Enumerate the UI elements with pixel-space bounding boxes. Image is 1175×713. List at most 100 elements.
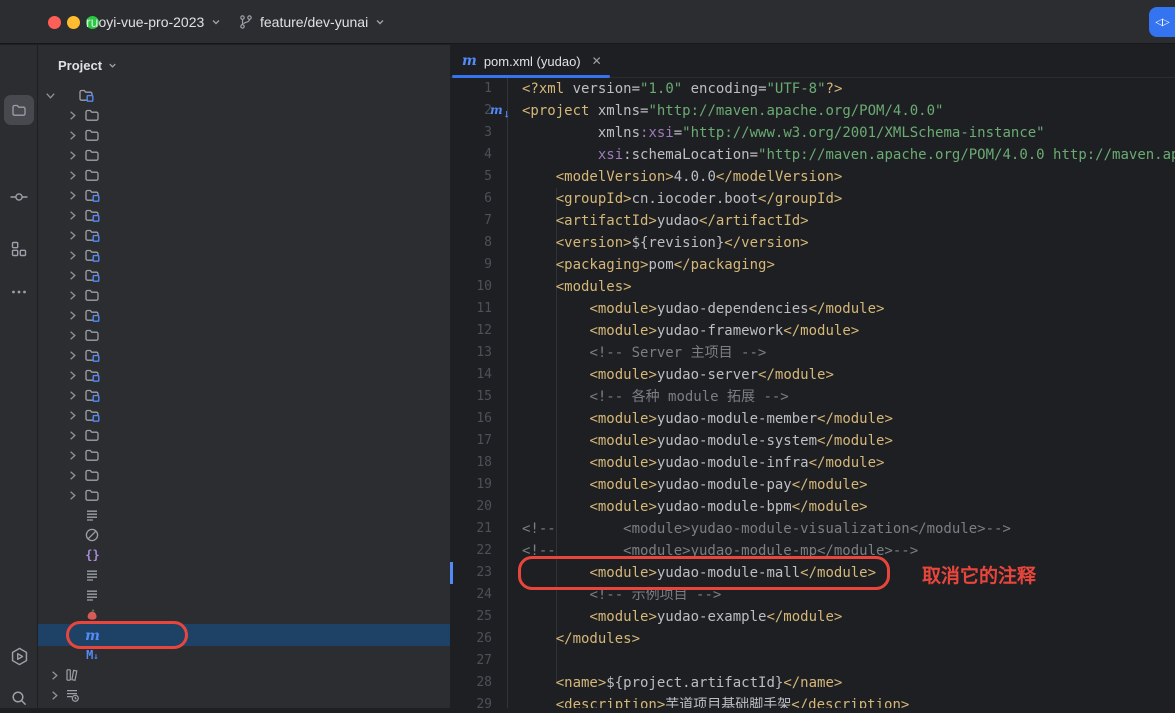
chevron-collapsed-icon[interactable] (48, 689, 61, 702)
tree-item-yudao-framework[interactable] (38, 225, 450, 245)
tree-item-yudao-module-bpm[interactable] (38, 245, 450, 265)
tree-item-yudao-module-member[interactable] (38, 305, 450, 325)
chevron-collapsed-icon[interactable] (66, 149, 79, 162)
tree-item-readme-md[interactable]: M↓ (38, 645, 450, 665)
code-editor[interactable]: 1<?xml version="1.0" encoding="UTF-8"?>2… (450, 78, 1175, 708)
code-line-25[interactable]: <module>yudao-example</module> (522, 606, 842, 628)
tree-item-yudao-module-pay[interactable] (38, 345, 450, 365)
tree-item-gitee[interactable] (38, 105, 450, 125)
code-line-16[interactable]: <module>yudao-module-member</module> (522, 408, 893, 430)
tree-item-yudao-ui-admin-vue3[interactable] (38, 465, 450, 485)
tree-item-yudao-module-system[interactable] (38, 365, 450, 385)
tree-item-yudao-example[interactable] (38, 205, 450, 225)
gutter-separator (507, 78, 508, 708)
project-tool-icon[interactable] (4, 95, 34, 125)
chevron-collapsed-icon[interactable] (66, 309, 79, 322)
tree-item-jenkinsfile[interactable] (38, 565, 450, 585)
tab-pom-xml[interactable]: m pom.xml (yudao) ✕ (452, 44, 612, 78)
tree-item-yudao-ui-admin[interactable] (38, 425, 450, 445)
commit-tool-icon[interactable] (4, 182, 34, 212)
chevron-collapsed-icon[interactable] (66, 249, 79, 262)
code-line-7[interactable]: <artifactId>yudao</artifactId> (522, 210, 809, 232)
code-line-21[interactable]: <!-- <module>yudao-module-visualization<… (522, 518, 1011, 540)
tree-item-license[interactable] (38, 585, 450, 605)
tree-item-gitignore[interactable] (38, 525, 450, 545)
tree-item-ruoyi-vue-pro-2023-yudao[interactable] (38, 85, 450, 105)
code-line-22[interactable]: <!-- <module>yudao-module-mp</module>--> (522, 540, 918, 562)
tree-item-external-libraries[interactable] (38, 665, 450, 685)
tree-item-bin[interactable] (38, 145, 450, 165)
chevron-expanded-icon[interactable] (44, 89, 57, 102)
search-tool-icon[interactable] (4, 683, 34, 713)
code-line-10[interactable]: <modules> (522, 276, 632, 298)
tree-item-yudao-module-mp[interactable] (38, 325, 450, 345)
code-line-20[interactable]: <module>yudao-module-bpm</module> (522, 496, 868, 518)
tree-item-lombok-config[interactable] (38, 605, 450, 625)
tree-item-github[interactable] (38, 125, 450, 145)
chevron-collapsed-icon[interactable] (66, 209, 79, 222)
code-line-8[interactable]: <version>${revision}</version> (522, 232, 809, 254)
code-line-15[interactable]: <!-- 各种 module 拓展 --> (522, 386, 789, 408)
code-line-4[interactable]: xsi:schemaLocation="http://maven.apache.… (522, 144, 1175, 166)
chevron-collapsed-icon[interactable] (66, 229, 79, 242)
tree-item-yudao-module-mall[interactable] (38, 285, 450, 305)
project-switcher[interactable]: ruoyi-vue-pro-2023 (86, 0, 222, 44)
code-line-11[interactable]: <module>yudao-dependencies</module> (522, 298, 884, 320)
tree-item-scratches-and-consoles[interactable] (38, 685, 450, 705)
code-line-29[interactable]: <description>芋道项目基础脚手架</description> (522, 694, 909, 708)
code-line-18[interactable]: <module>yudao-module-infra</module> (522, 452, 884, 474)
line-number-22: 22 (450, 540, 492, 562)
tree-item-yudao-module-infra[interactable] (38, 265, 450, 285)
code-line-5[interactable]: <modelVersion>4.0.0</modelVersion> (522, 166, 842, 188)
branch-switcher[interactable]: feature/dev-yunai (238, 0, 386, 44)
chevron-collapsed-icon[interactable] (48, 669, 61, 682)
maven-sync-gutter-icon[interactable]: m↓ (490, 100, 506, 122)
chevron-collapsed-icon[interactable] (66, 409, 79, 422)
code-line-3[interactable]: xmlns:xsi="http://www.w3.org/2001/XMLSch… (522, 122, 1045, 144)
tree-item-yudao-ui-app[interactable] (38, 485, 450, 505)
more-tools-icon[interactable] (4, 277, 34, 307)
code-line-26[interactable]: </modules> (522, 628, 640, 650)
chevron-collapsed-icon[interactable] (66, 469, 79, 482)
chevron-collapsed-icon[interactable] (66, 349, 79, 362)
code-line-28[interactable]: <name>${project.artifactId}</name> (522, 672, 842, 694)
code-line-19[interactable]: <module>yudao-module-pay</module> (522, 474, 868, 496)
tree-item-pom-xml[interactable]: m (38, 624, 450, 646)
code-line-2[interactable]: <project xmlns="http://maven.apache.org/… (522, 100, 943, 122)
chevron-collapsed-icon[interactable] (66, 429, 79, 442)
code-line-24[interactable]: <!-- 示例项目 --> (522, 584, 721, 606)
chevron-collapsed-icon[interactable] (66, 129, 79, 142)
tree-item-http-client-env-json[interactable]: {} (38, 545, 450, 565)
chevron-collapsed-icon[interactable] (66, 189, 79, 202)
structure-tool-icon[interactable] (4, 234, 34, 264)
chevron-collapsed-icon[interactable] (66, 389, 79, 402)
chevron-collapsed-icon[interactable] (66, 109, 79, 122)
chevron-collapsed-icon[interactable] (66, 329, 79, 342)
code-line-12[interactable]: <module>yudao-framework</module> (522, 320, 859, 342)
chevron-collapsed-icon[interactable] (66, 169, 79, 182)
tree-item-yudao-dependencies[interactable] (38, 185, 450, 205)
panel-toggle-button[interactable]: ◁▷ (1149, 7, 1175, 37)
chevron-collapsed-icon[interactable] (66, 489, 79, 502)
code-line-9[interactable]: <packaging>pom</packaging> (522, 254, 775, 276)
chevron-collapsed-icon[interactable] (66, 369, 79, 382)
window-close-button[interactable] (48, 16, 61, 29)
tree-item-yudao-ui-admin-uniapp[interactable] (38, 445, 450, 465)
tree-item-gitattributes[interactable] (38, 505, 450, 525)
tree-item-yudao-module-visualization[interactable] (38, 385, 450, 405)
code-line-1[interactable]: <?xml version="1.0" encoding="UTF-8"?> (522, 78, 842, 100)
chevron-collapsed-icon[interactable] (66, 449, 79, 462)
chevron-collapsed-icon[interactable] (66, 269, 79, 282)
code-line-17[interactable]: <module>yudao-module-system</module> (522, 430, 893, 452)
project-panel-header[interactable]: Project (58, 55, 118, 75)
chevron-collapsed-icon[interactable] (66, 289, 79, 302)
window-minimize-button[interactable] (67, 16, 80, 29)
code-line-6[interactable]: <groupId>cn.iocoder.boot</groupId> (522, 188, 842, 210)
code-line-23[interactable]: <module>yudao-module-mall</module> (522, 562, 876, 584)
code-line-14[interactable]: <module>yudao-server</module> (522, 364, 834, 386)
tab-close-icon[interactable]: ✕ (592, 54, 602, 68)
tree-item-sql[interactable] (38, 165, 450, 185)
code-line-13[interactable]: <!-- Server 主项目 --> (522, 342, 766, 364)
tree-item-yudao-server[interactable] (38, 405, 450, 425)
run-tool-icon[interactable] (4, 641, 34, 671)
